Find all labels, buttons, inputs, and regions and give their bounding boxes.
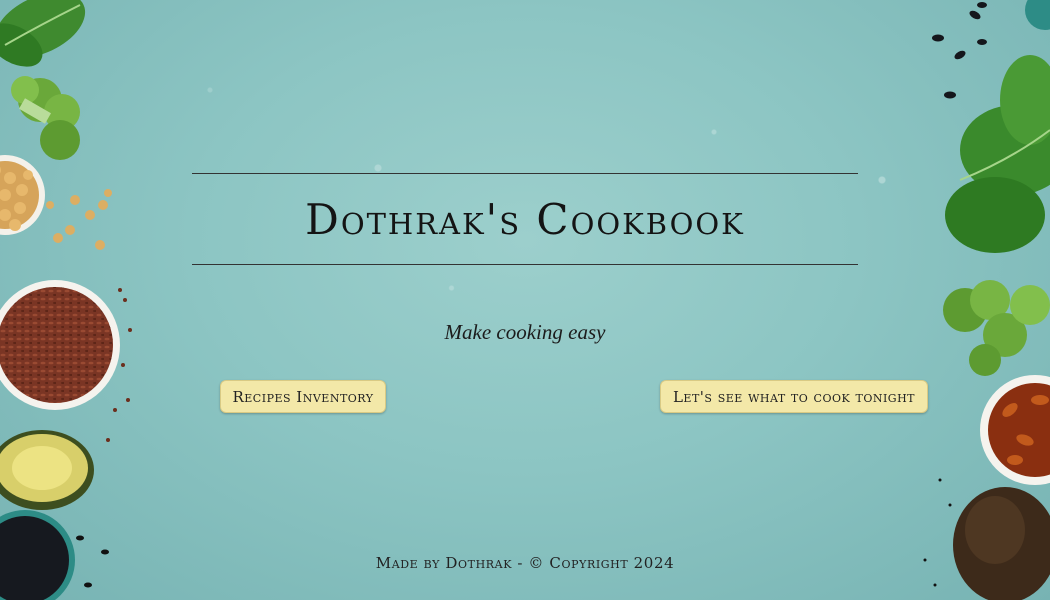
broccoli-left xyxy=(11,76,80,160)
title-block: Dothrak's Cookbook xyxy=(192,173,858,265)
avocado-half xyxy=(0,430,94,510)
spinach-leaves-left xyxy=(0,0,86,67)
background-texture xyxy=(0,0,1050,600)
what-to-cook-button[interactable]: Let's see what to cook tonight xyxy=(660,380,928,413)
footer-copyright: Made by Dothrak - © Copyright 2024 xyxy=(375,554,675,572)
page-title: Dothrak's Cookbook xyxy=(305,194,745,244)
spinach-leaves-right xyxy=(945,55,1050,253)
chickpeas-bowl xyxy=(0,155,45,235)
food-decoration-right xyxy=(923,0,1050,600)
tagline: Make cooking easy xyxy=(444,320,606,344)
food-decoration-left xyxy=(0,0,132,600)
recipes-inventory-button[interactable]: Recipes Inventory xyxy=(220,380,386,413)
raisins-bowl xyxy=(980,375,1050,485)
flax-seeds-bowl xyxy=(0,280,120,410)
whole-avocado xyxy=(953,487,1050,600)
